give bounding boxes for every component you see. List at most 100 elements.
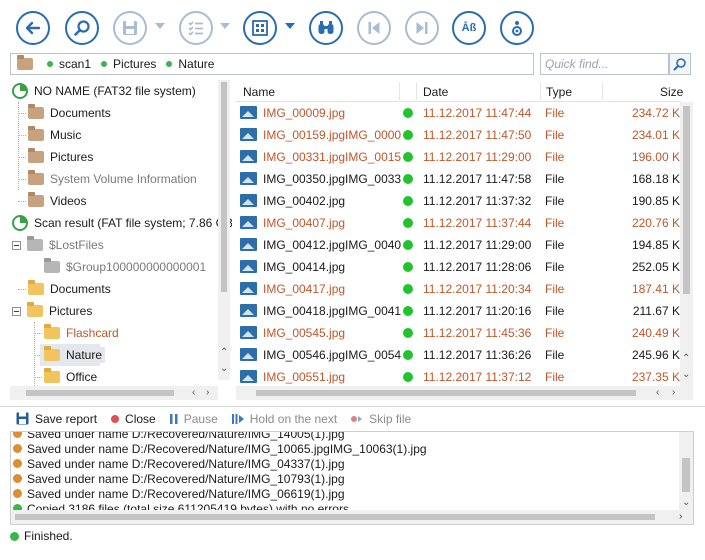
table-row[interactable]: IMG_00546.jpgIMG_0054... 11.12.2017 11:36…: [236, 344, 681, 366]
tree-item-pictures[interactable]: Pictures: [28, 146, 93, 168]
view-mode-button[interactable]: [243, 11, 277, 45]
scroll-thumb[interactable]: [256, 390, 636, 396]
search-button[interactable]: [65, 11, 99, 45]
folder-icon: [28, 126, 44, 141]
quick-find-input[interactable]: Quick find...: [540, 53, 669, 75]
status-dot-icon: [403, 196, 413, 206]
log-status-dot-icon: [13, 444, 22, 453]
file-type: File: [545, 348, 565, 362]
log-line: Saved under name D:/Recovered/Nature/IMG…: [13, 431, 345, 441]
scroll-right-icon[interactable]: ›: [679, 512, 682, 522]
scroll-right-icon[interactable]: ›: [206, 388, 209, 398]
close-button[interactable]: Close: [111, 412, 156, 426]
scroll-thumb[interactable]: [15, 514, 655, 520]
drive-icon: [12, 215, 28, 231]
collapse-toggle-icon[interactable]: [12, 306, 21, 316]
scroll-up-icon[interactable]: ⌃: [682, 354, 690, 364]
table-row[interactable]: IMG_00545.jpg 11.12.2017 11:45:36 File 240.…: [236, 322, 681, 344]
folder-icon: [44, 324, 60, 339]
scroll-up-icon[interactable]: ⌃: [220, 348, 228, 358]
column-type[interactable]: Type: [546, 85, 572, 99]
log-vertical-scrollbar[interactable]: ⌄: [679, 432, 693, 510]
pause-button[interactable]: Pause: [169, 412, 218, 426]
column-name[interactable]: Name: [243, 85, 275, 99]
table-row[interactable]: IMG_00551.jpg 11.12.2017 11:37:12 File 237.…: [236, 366, 681, 388]
scroll-down-icon[interactable]: ⌄: [220, 364, 228, 374]
view-dropdown-caret[interactable]: [285, 23, 295, 29]
next-button[interactable]: [405, 11, 439, 45]
list-horizontal-scrollbar[interactable]: ‹ ›: [236, 386, 693, 400]
scroll-right-icon[interactable]: ›: [672, 388, 675, 398]
folder-icon: [28, 280, 44, 295]
breadcrumb-item-scan1[interactable]: scan1: [47, 57, 91, 71]
scroll-left-icon[interactable]: ‹: [656, 388, 659, 398]
list-header: Name Date Type Size: [236, 80, 683, 102]
select-items-button[interactable]: [179, 11, 213, 45]
table-row[interactable]: IMG_00412.jpgIMG_0040... 11.12.2017 11:29…: [236, 234, 681, 256]
table-row[interactable]: IMG_00418.jpgIMG_0041... 11.12.2017 11:20…: [236, 300, 681, 322]
tree-item-flashcard[interactable]: Flashcard: [44, 322, 119, 344]
column-date[interactable]: Date: [423, 85, 448, 99]
scroll-thumb[interactable]: [683, 106, 690, 294]
table-row[interactable]: IMG_00009.jpg 11.12.2017 11:47:44 File 234.…: [236, 102, 681, 124]
image-file-icon: [240, 348, 257, 361]
table-row[interactable]: IMG_00402.jpg 11.12.2017 11:37:32 File 190.…: [236, 190, 681, 212]
table-row[interactable]: IMG_00159.jpgIMG_0000... 11.12.2017 11:47…: [236, 124, 681, 146]
tree-item-nature[interactable]: Nature: [40, 344, 106, 366]
find-button[interactable]: [309, 11, 343, 45]
table-row[interactable]: IMG_00350.jpgIMG_0033... 11.12.2017 11:47…: [236, 168, 681, 190]
tree-horizontal-scrollbar[interactable]: ‹ ›: [10, 386, 218, 400]
table-row[interactable]: IMG_00414.jpg 11.12.2017 11:28:06 File 252.…: [236, 256, 681, 278]
tree-item-pictures-2[interactable]: Pictures: [12, 300, 92, 322]
save-button[interactable]: [113, 11, 147, 45]
tree-item-system-volume-information[interactable]: System Volume Information: [28, 168, 197, 190]
scroll-thumb[interactable]: [221, 82, 227, 292]
tree-item-lostfiles[interactable]: $LostFiles: [12, 234, 104, 256]
file-name: IMG_00418.jpgIMG_0041...: [263, 304, 401, 318]
scroll-thumb[interactable]: [26, 390, 174, 396]
case-sensitive-button[interactable]: Āß: [452, 11, 486, 45]
file-name: IMG_00402.jpg: [263, 194, 346, 208]
scroll-thumb[interactable]: [682, 458, 690, 492]
info-button[interactable]: [500, 11, 534, 45]
skip-file-button[interactable]: Skip file: [351, 412, 411, 426]
select-dropdown-caret[interactable]: [220, 23, 230, 29]
tree-item-videos[interactable]: Videos: [28, 190, 86, 212]
scroll-down-icon[interactable]: ⌄: [682, 498, 690, 508]
scroll-left-icon[interactable]: ‹: [192, 388, 195, 398]
tree-item-music[interactable]: Music: [28, 124, 81, 146]
column-size[interactable]: Size: [660, 85, 683, 99]
table-row[interactable]: IMG_00407.jpg 11.12.2017 11:37:44 File 220.…: [236, 212, 681, 234]
image-file-icon: [240, 216, 257, 229]
table-row[interactable]: IMG_00417.jpg 11.12.2017 11:20:34 File 187.…: [236, 278, 681, 300]
back-button[interactable]: [16, 11, 50, 45]
tree-item-scan-result[interactable]: Scan result (FAT file system; 7.86 GB in: [12, 212, 232, 234]
checklist-icon: [188, 21, 203, 36]
file-type: File: [545, 304, 565, 318]
tree-vertical-scrollbar[interactable]: ⌃ ⌄: [218, 80, 230, 380]
tree-item-documents[interactable]: Documents: [28, 102, 111, 124]
breadcrumb-item-pictures[interactable]: Pictures: [101, 57, 156, 71]
save-report-button[interactable]: Save report: [16, 412, 97, 426]
hold-on-next-button[interactable]: Hold on the next: [231, 412, 337, 426]
breadcrumb-item-nature[interactable]: Nature: [166, 57, 214, 71]
tree-item-no-name[interactable]: NO NAME (FAT32 file system): [12, 80, 196, 102]
tree-item-office[interactable]: Office: [44, 366, 97, 388]
tree-item-group[interactable]: $Group100000000000001: [44, 256, 206, 278]
log-horizontal-scrollbar[interactable]: ›: [11, 510, 693, 524]
log-text: Saved under name D:/Recovered/Nature/IMG…: [27, 431, 345, 441]
tree-item-documents-2[interactable]: Documents: [28, 278, 111, 300]
status-dot-icon: [166, 61, 173, 67]
scroll-down-icon[interactable]: ⌄: [682, 370, 690, 380]
list-vertical-scrollbar[interactable]: ⌃ ⌄: [680, 102, 693, 386]
save-dropdown-caret[interactable]: [155, 23, 165, 29]
file-name: IMG_00350.jpgIMG_0033...: [263, 172, 401, 186]
previous-button[interactable]: [357, 11, 391, 45]
file-size: 196.00 K: [631, 150, 680, 164]
quick-find-button[interactable]: [669, 53, 691, 75]
log-line: Saved under name D:/Recovered/Nature/IMG…: [13, 456, 345, 471]
collapse-toggle-icon[interactable]: [12, 240, 21, 250]
drive-icon: [12, 83, 28, 99]
table-row[interactable]: IMG_00331.jpgIMG_0015... 11.12.2017 11:29…: [236, 146, 681, 168]
file-size: 220.76 K: [631, 216, 680, 230]
